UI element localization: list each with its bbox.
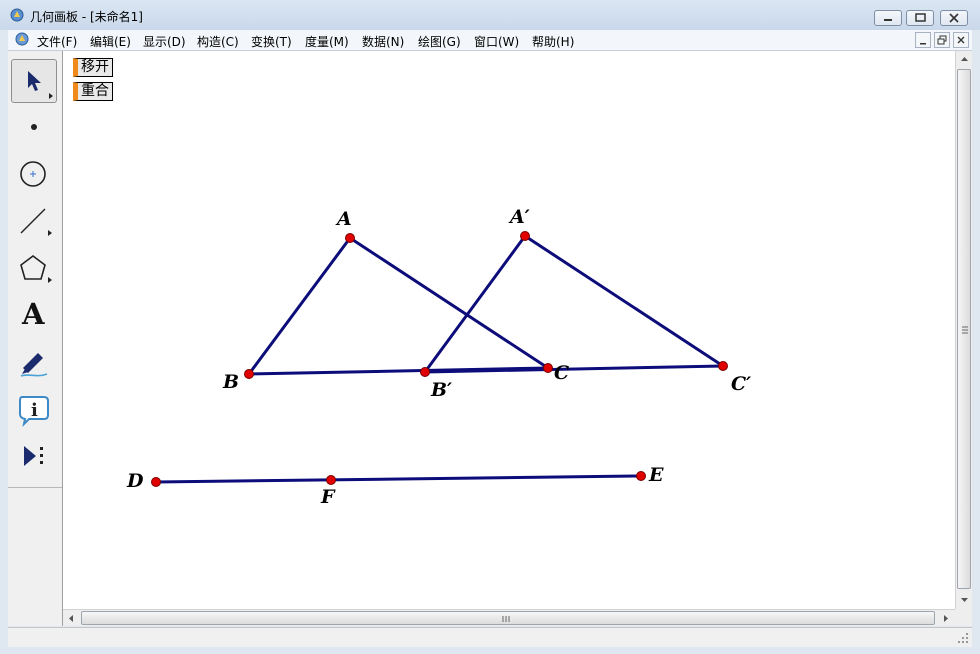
sketch-canvas[interactable]: 移开 重合 A B C A′ B′ C′ D E F xyxy=(63,51,955,609)
point-E[interactable] xyxy=(636,471,646,481)
close-icon xyxy=(957,36,965,44)
label-D[interactable]: D xyxy=(127,470,143,492)
menu-graph[interactable]: 绘图(G) xyxy=(418,33,461,50)
scroll-right-button[interactable] xyxy=(937,610,954,627)
selection-arrow-tool[interactable] xyxy=(11,59,57,103)
window-restore-button[interactable] xyxy=(906,10,934,26)
segment-DE[interactable] xyxy=(155,474,642,484)
segment-icon xyxy=(20,208,52,236)
resize-grip-icon[interactable] xyxy=(958,633,970,645)
marker-pen-icon xyxy=(20,353,48,377)
scroll-down-icon xyxy=(961,598,968,602)
menu-data[interactable]: 数据(N) xyxy=(362,33,404,50)
menu-construct[interactable]: 构造(C) xyxy=(197,33,239,50)
status-bar xyxy=(8,627,972,647)
info-icon: i xyxy=(19,396,49,428)
arrow-cursor-icon xyxy=(28,71,53,99)
custom-tool[interactable] xyxy=(11,434,57,478)
scroll-left-button[interactable] xyxy=(63,610,80,627)
geometry-drawing xyxy=(151,231,728,487)
window-minimize-button[interactable] xyxy=(874,10,902,26)
point-tool[interactable] xyxy=(11,105,57,149)
window-title: 几何画板 - [未命名1] xyxy=(30,10,143,24)
menu-display[interactable]: 显示(D) xyxy=(143,33,186,50)
label-B[interactable]: B xyxy=(223,371,239,393)
label-C[interactable]: C xyxy=(554,362,569,384)
pentagon-icon xyxy=(20,255,52,283)
straightedge-tool[interactable] xyxy=(11,199,57,243)
point-B1[interactable] xyxy=(420,367,430,377)
point-C1[interactable] xyxy=(718,361,728,371)
vertical-scroll-thumb[interactable] xyxy=(957,69,971,589)
window-close-button[interactable] xyxy=(940,10,968,26)
scroll-up-icon xyxy=(961,57,968,61)
information-tool[interactable]: i xyxy=(11,387,57,431)
label-A1[interactable]: A′ xyxy=(510,206,530,228)
document-minimize-button[interactable] xyxy=(915,32,931,48)
minimize-icon xyxy=(884,19,892,21)
point-C[interactable] xyxy=(543,363,553,373)
point-B[interactable] xyxy=(244,369,254,379)
play-more-icon xyxy=(24,446,43,466)
text-tool[interactable]: A xyxy=(11,293,57,337)
menu-bar: 文件(F) 编辑(E) 显示(D) 构造(C) 变换(T) 度量(M) 数据(N… xyxy=(8,30,972,51)
label-B1[interactable]: B′ xyxy=(431,379,452,401)
horizontal-scroll-thumb[interactable] xyxy=(81,611,935,625)
point-A[interactable] xyxy=(345,233,355,243)
menu-help[interactable]: 帮助(H) xyxy=(532,33,574,50)
label-E[interactable]: E xyxy=(649,464,663,486)
menu-edit[interactable]: 编辑(E) xyxy=(90,33,131,50)
toolbox: A i xyxy=(8,51,63,626)
segment-AC[interactable] xyxy=(349,236,549,370)
app-logo-icon xyxy=(10,8,24,22)
text-A-icon: A xyxy=(22,297,45,331)
document-restore-button[interactable] xyxy=(934,32,950,48)
toolbox-divider xyxy=(8,487,62,488)
document-close-button[interactable] xyxy=(953,32,969,48)
menu-transform[interactable]: 变换(T) xyxy=(251,33,292,50)
scroll-right-icon xyxy=(944,615,948,622)
restore-icon xyxy=(937,35,947,45)
scrollbar-corner xyxy=(955,609,972,626)
scroll-left-icon xyxy=(69,615,73,622)
title-bar: 几何画板 - [未命名1] xyxy=(0,0,980,30)
grip-icon xyxy=(962,326,968,334)
segment-AB[interactable] xyxy=(247,237,352,375)
point-icon xyxy=(31,124,37,130)
horizontal-scrollbar[interactable] xyxy=(63,609,955,626)
segment-A1C1[interactable] xyxy=(524,234,724,368)
point-D[interactable] xyxy=(151,477,161,487)
polygon-tool[interactable] xyxy=(11,246,57,290)
label-F[interactable]: F xyxy=(321,486,335,508)
minimize-icon xyxy=(920,43,926,45)
marker-tool[interactable] xyxy=(11,340,57,384)
menu-file[interactable]: 文件(F) xyxy=(37,33,77,50)
label-A[interactable]: A xyxy=(337,208,352,230)
point-F[interactable] xyxy=(326,475,336,485)
grip-icon xyxy=(502,616,510,622)
close-icon xyxy=(949,13,959,23)
document-icon[interactable] xyxy=(15,32,29,46)
scroll-up-button[interactable] xyxy=(956,51,973,68)
circle-icon xyxy=(20,161,46,187)
scroll-down-button[interactable] xyxy=(956,591,973,608)
menu-measure[interactable]: 度量(M) xyxy=(305,33,349,50)
label-C1[interactable]: C′ xyxy=(731,373,751,395)
menu-window[interactable]: 窗口(W) xyxy=(474,33,519,50)
segment-A1B1[interactable] xyxy=(423,235,527,373)
svg-text:i: i xyxy=(31,400,38,421)
restore-icon xyxy=(915,13,926,22)
point-A1[interactable] xyxy=(520,231,530,241)
compass-tool[interactable] xyxy=(11,152,57,196)
vertical-scrollbar[interactable] xyxy=(955,51,972,609)
